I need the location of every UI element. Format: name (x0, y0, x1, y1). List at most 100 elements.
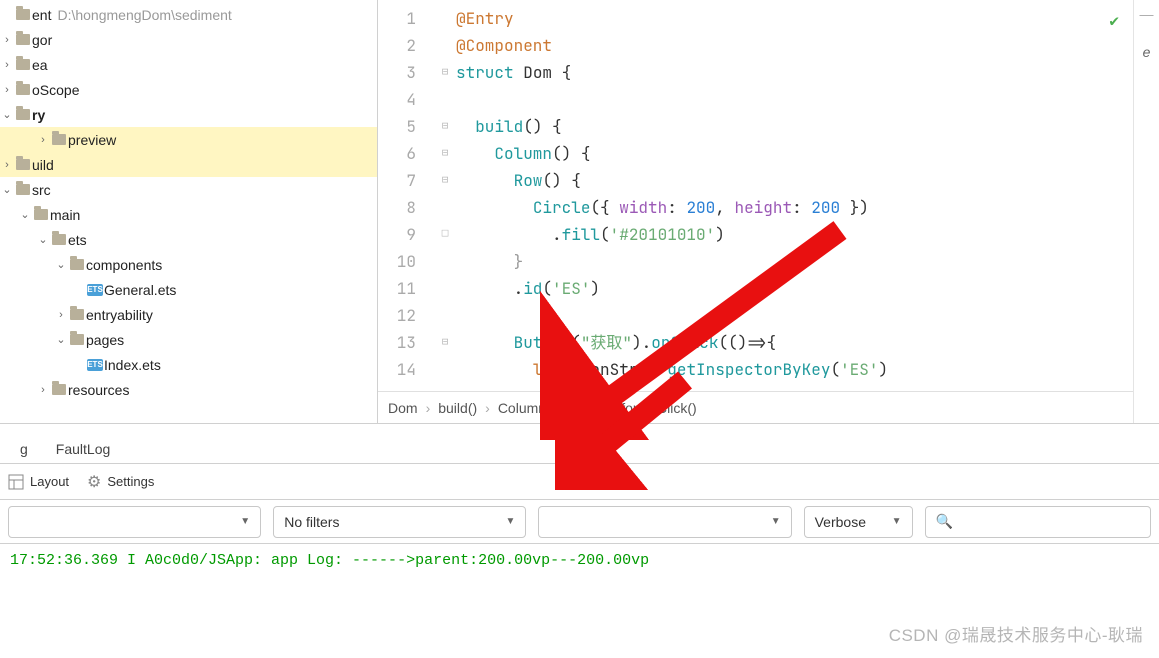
tree-item[interactable]: ⌄ components (0, 252, 377, 277)
minimize-icon[interactable]: — (1140, 6, 1154, 22)
breadcrumb-sep-icon: › (554, 400, 559, 416)
layout-icon[interactable]: Layout (8, 474, 69, 490)
fold-toggle-icon (434, 5, 456, 32)
code-line[interactable]: Row() { (456, 167, 1133, 194)
tree-item-label: ets (68, 232, 87, 248)
code-editor[interactable]: @Entry@Componentstruct Dom { build() { C… (456, 1, 1133, 391)
tree-item[interactable]: ⌄ ry (0, 102, 377, 127)
folder-icon (16, 84, 30, 95)
tree-item[interactable]: ⌄src (0, 177, 377, 202)
tab-faultlog[interactable]: FaultLog (42, 433, 124, 463)
filter-combo-3[interactable]: ▼ (538, 506, 791, 538)
tree-item[interactable]: ›uild (0, 152, 377, 177)
watermark: CSDN @瑞晟技术服务中心-耿瑞 (889, 621, 1143, 646)
expand-chevron-icon[interactable]: ⌄ (54, 258, 68, 271)
fold-toggle-icon[interactable]: ⊟ (434, 59, 456, 86)
search-field[interactable] (959, 514, 1140, 530)
log-line: 17:52:36.369 I A0c0d0/JSApp: app Log: --… (10, 552, 1149, 569)
fold-column[interactable]: ⊟⊟⊟⊟□⊟ (434, 1, 456, 391)
tree-item-label: preview (68, 132, 116, 148)
code-line[interactable]: } (456, 248, 1133, 275)
breadcrumb-item[interactable]: build() (438, 400, 477, 416)
code-line[interactable]: Column() { (456, 140, 1133, 167)
fold-toggle-icon (434, 302, 456, 329)
expand-chevron-icon[interactable]: › (0, 159, 14, 171)
folder-icon (34, 209, 48, 220)
tree-item[interactable]: ›ea (0, 52, 377, 77)
breadcrumb-item[interactable]: callback for onClick() (567, 400, 697, 416)
tree-item[interactable]: ⌄ ets (0, 227, 377, 252)
breadcrumb[interactable]: Dom›build()›Column›callback for onClick(… (378, 391, 1133, 423)
tree-item[interactable]: ⌄main (0, 202, 377, 227)
code-line[interactable]: let jsonStr = getInspectorByKey('ES') (456, 356, 1133, 383)
fold-toggle-icon (434, 275, 456, 302)
tree-item-label: oScope (32, 82, 79, 98)
code-line[interactable]: Button("获取").onClick(()=>{ (456, 329, 1133, 356)
project-tree[interactable]: ent D:\hongmengDom\sediment›gor›ea›oScop… (0, 0, 378, 423)
expand-chevron-icon[interactable]: › (0, 34, 14, 46)
filter-combo-2[interactable]: No filters▼ (273, 506, 526, 538)
folder-icon (70, 309, 84, 320)
folder-icon (70, 259, 84, 270)
tree-item-label: Index.ets (104, 357, 161, 373)
expand-chevron-icon[interactable]: › (54, 309, 68, 321)
fold-toggle-icon (434, 86, 456, 113)
chevron-down-icon: ▼ (240, 516, 250, 527)
tree-item[interactable]: ›gor (0, 27, 377, 52)
fold-toggle-icon[interactable]: ⊟ (434, 329, 456, 356)
expand-chevron-icon[interactable]: › (0, 84, 14, 96)
code-line[interactable]: .id('ES') (456, 275, 1133, 302)
log-output[interactable]: 17:52:36.369 I A0c0d0/JSApp: app Log: --… (0, 544, 1159, 577)
folder-icon (70, 334, 84, 345)
fold-toggle-icon[interactable]: ⊟ (434, 140, 456, 167)
code-line[interactable]: .fill('#20101010') (456, 221, 1133, 248)
analysis-ok-icon: ✔ (1109, 7, 1119, 34)
ets-file-icon: ETS (87, 359, 103, 371)
tree-item[interactable]: ETSIndex.ets (0, 352, 377, 377)
fold-toggle-icon[interactable]: ⊟ (434, 113, 456, 140)
tree-item-label: pages (86, 332, 124, 348)
code-line[interactable]: @Component (456, 32, 1133, 59)
tree-item-label: components (86, 257, 162, 273)
tree-item-label: ry (32, 107, 45, 123)
expand-chevron-icon[interactable]: ⌄ (54, 333, 68, 346)
fold-toggle-icon (434, 32, 456, 59)
expand-chevron-icon[interactable]: ⌄ (0, 183, 14, 196)
code-line[interactable] (456, 86, 1133, 113)
right-label: e (1143, 44, 1151, 60)
expand-chevron-icon[interactable]: ⌄ (36, 233, 50, 246)
expand-chevron-icon[interactable]: › (36, 134, 50, 146)
tree-item[interactable]: › preview (0, 127, 377, 152)
fold-toggle-icon (434, 356, 456, 383)
expand-chevron-icon[interactable]: › (0, 59, 14, 71)
tab-g[interactable]: g (6, 433, 42, 463)
tree-item-label: resources (68, 382, 129, 398)
ets-file-icon: ETS (87, 284, 103, 296)
tree-item[interactable]: ›entryability (0, 302, 377, 327)
tree-item[interactable]: ent D:\hongmengDom\sediment (0, 2, 377, 27)
log-search-input[interactable]: 🔍 (925, 506, 1151, 538)
expand-chevron-icon[interactable]: ⌄ (0, 108, 14, 121)
tree-item[interactable]: ETSGeneral.ets (0, 277, 377, 302)
breadcrumb-sep-icon: › (485, 400, 490, 416)
chevron-down-icon: ▼ (892, 516, 902, 527)
tree-item[interactable]: › oScope (0, 77, 377, 102)
folder-icon (52, 384, 66, 395)
tree-item[interactable]: › resources (0, 377, 377, 402)
code-line[interactable]: struct Dom { (456, 59, 1133, 86)
expand-chevron-icon[interactable]: ⌄ (18, 208, 32, 221)
fold-toggle-icon[interactable]: ⊟ (434, 167, 456, 194)
right-tool-strip[interactable]: — e (1133, 0, 1159, 423)
tree-item[interactable]: ⌄ pages (0, 327, 377, 352)
code-line[interactable] (456, 302, 1133, 329)
code-line[interactable]: @Entry (456, 5, 1133, 32)
loglevel-combo[interactable]: Verbose▼ (804, 506, 913, 538)
code-line[interactable]: build() { (456, 113, 1133, 140)
fold-toggle-icon[interactable]: □ (434, 221, 456, 248)
code-line[interactable]: Circle({ width: 200, height: 200 }) (456, 194, 1133, 221)
breadcrumb-item[interactable]: Dom (388, 400, 418, 416)
filter-combo-1[interactable]: ▼ (8, 506, 261, 538)
expand-chevron-icon[interactable]: › (36, 384, 50, 396)
settings-button[interactable]: ⚙ Settings (87, 472, 154, 492)
breadcrumb-item[interactable]: Column (498, 400, 546, 416)
